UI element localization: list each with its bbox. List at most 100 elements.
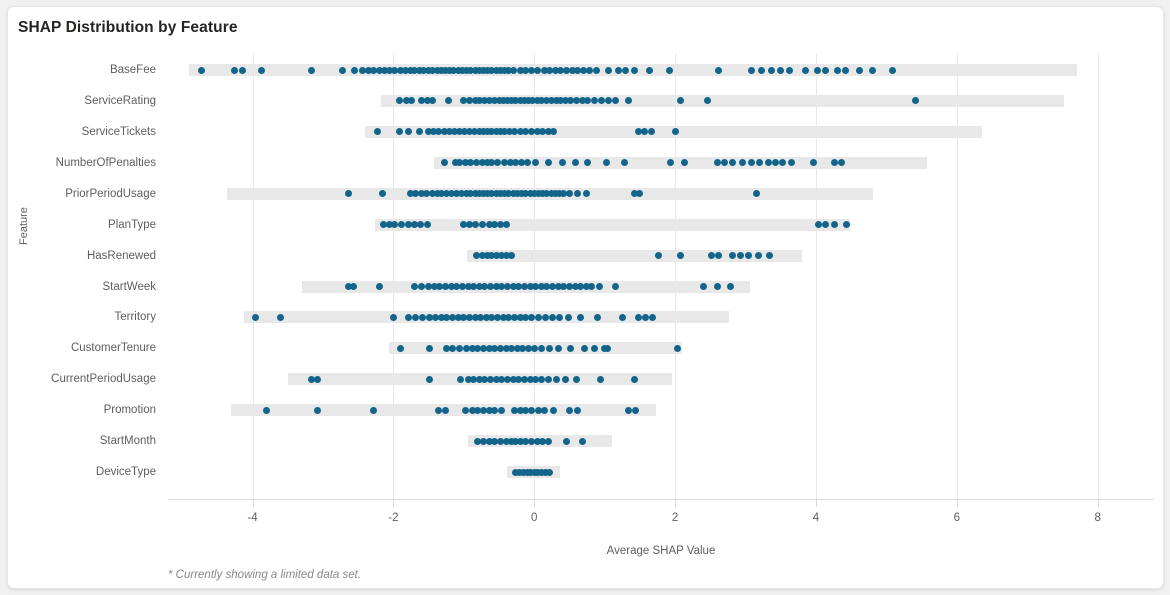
data-point[interactable] — [645, 66, 653, 74]
data-point[interactable] — [765, 252, 773, 260]
data-point[interactable] — [577, 313, 585, 321]
data-point[interactable] — [837, 159, 845, 167]
data-point[interactable] — [537, 375, 545, 383]
data-point[interactable] — [571, 159, 579, 167]
feature-row[interactable] — [168, 308, 1154, 326]
data-point[interactable] — [671, 128, 679, 136]
feature-row[interactable] — [168, 154, 1154, 172]
data-point[interactable] — [594, 313, 602, 321]
data-point[interactable] — [561, 375, 569, 383]
data-point[interactable] — [785, 66, 793, 74]
data-point[interactable] — [739, 159, 747, 167]
data-point[interactable] — [527, 313, 535, 321]
feature-row[interactable] — [168, 247, 1154, 265]
plot-area[interactable]: -4 -2 0 2 4 6 8 Average SHAP Value — [168, 53, 1154, 557]
data-point[interactable] — [416, 221, 424, 229]
data-point[interactable] — [449, 344, 457, 352]
data-point[interactable] — [230, 66, 238, 74]
data-point[interactable] — [565, 190, 573, 198]
data-point[interactable] — [344, 190, 352, 198]
data-point[interactable] — [423, 221, 431, 229]
data-point[interactable] — [391, 221, 399, 229]
data-point[interactable] — [350, 283, 358, 291]
data-point[interactable] — [508, 252, 516, 260]
feature-row[interactable] — [168, 61, 1154, 79]
data-point[interactable] — [395, 128, 403, 136]
data-point[interactable] — [239, 66, 247, 74]
data-point[interactable] — [726, 283, 734, 291]
data-point[interactable] — [677, 97, 685, 105]
data-point[interactable] — [813, 66, 821, 74]
data-point[interactable] — [636, 190, 644, 198]
data-point[interactable] — [615, 66, 623, 74]
data-point[interactable] — [677, 252, 685, 260]
data-point[interactable] — [764, 159, 772, 167]
data-point[interactable] — [412, 313, 420, 321]
feature-row[interactable] — [168, 339, 1154, 357]
data-point[interactable] — [856, 66, 864, 74]
data-point[interactable] — [574, 406, 582, 414]
data-point[interactable] — [822, 66, 830, 74]
data-point[interactable] — [665, 66, 673, 74]
data-point[interactable] — [674, 344, 682, 352]
data-point[interactable] — [558, 159, 566, 167]
data-point[interactable] — [708, 252, 716, 260]
data-point[interactable] — [630, 375, 638, 383]
data-point[interactable] — [801, 66, 809, 74]
data-point[interactable] — [398, 221, 406, 229]
data-point[interactable] — [777, 66, 785, 74]
data-point[interactable] — [912, 97, 920, 105]
data-point[interactable] — [713, 283, 721, 291]
data-point[interactable] — [888, 66, 896, 74]
data-point[interactable] — [572, 375, 580, 383]
data-point[interactable] — [605, 97, 613, 105]
data-point[interactable] — [703, 97, 711, 105]
data-point[interactable] — [540, 406, 548, 414]
data-point[interactable] — [596, 375, 604, 383]
data-point[interactable] — [843, 221, 851, 229]
feature-row[interactable] — [168, 463, 1154, 481]
data-point[interactable] — [582, 190, 590, 198]
data-point[interactable] — [642, 313, 649, 321]
data-point[interactable] — [822, 221, 830, 229]
data-point[interactable] — [574, 190, 582, 198]
data-point[interactable] — [389, 313, 397, 321]
data-point[interactable] — [729, 252, 737, 260]
data-point[interactable] — [553, 375, 561, 383]
data-point[interactable] — [491, 406, 499, 414]
data-point[interactable] — [756, 159, 764, 167]
data-point[interactable] — [550, 128, 558, 136]
data-point[interactable] — [456, 344, 464, 352]
data-point[interactable] — [523, 159, 531, 167]
data-point[interactable] — [631, 66, 639, 74]
data-point[interactable] — [868, 66, 876, 74]
data-point[interactable] — [713, 159, 721, 167]
data-point[interactable] — [753, 190, 761, 198]
data-point[interactable] — [581, 344, 589, 352]
data-point[interactable] — [729, 159, 737, 167]
data-point[interactable] — [549, 313, 557, 321]
data-point[interactable] — [263, 406, 271, 414]
data-point[interactable] — [699, 283, 707, 291]
data-point[interactable] — [544, 437, 552, 445]
data-point[interactable] — [620, 159, 628, 167]
data-point[interactable] — [578, 437, 586, 445]
data-point[interactable] — [550, 406, 558, 414]
data-point[interactable] — [546, 468, 554, 476]
data-point[interactable] — [565, 406, 573, 414]
data-point[interactable] — [530, 344, 538, 352]
data-point[interactable] — [602, 159, 610, 167]
data-point[interactable] — [313, 375, 321, 383]
data-point[interactable] — [833, 66, 841, 74]
data-point[interactable] — [537, 344, 545, 352]
data-point[interactable] — [667, 159, 675, 167]
data-point[interactable] — [478, 221, 486, 229]
data-point[interactable] — [603, 344, 611, 352]
data-point[interactable] — [339, 66, 347, 74]
data-point[interactable] — [444, 97, 452, 105]
data-point[interactable] — [647, 128, 655, 136]
data-point[interactable] — [605, 66, 613, 74]
feature-row[interactable] — [168, 216, 1154, 234]
data-point[interactable] — [622, 66, 630, 74]
data-point[interactable] — [434, 406, 442, 414]
